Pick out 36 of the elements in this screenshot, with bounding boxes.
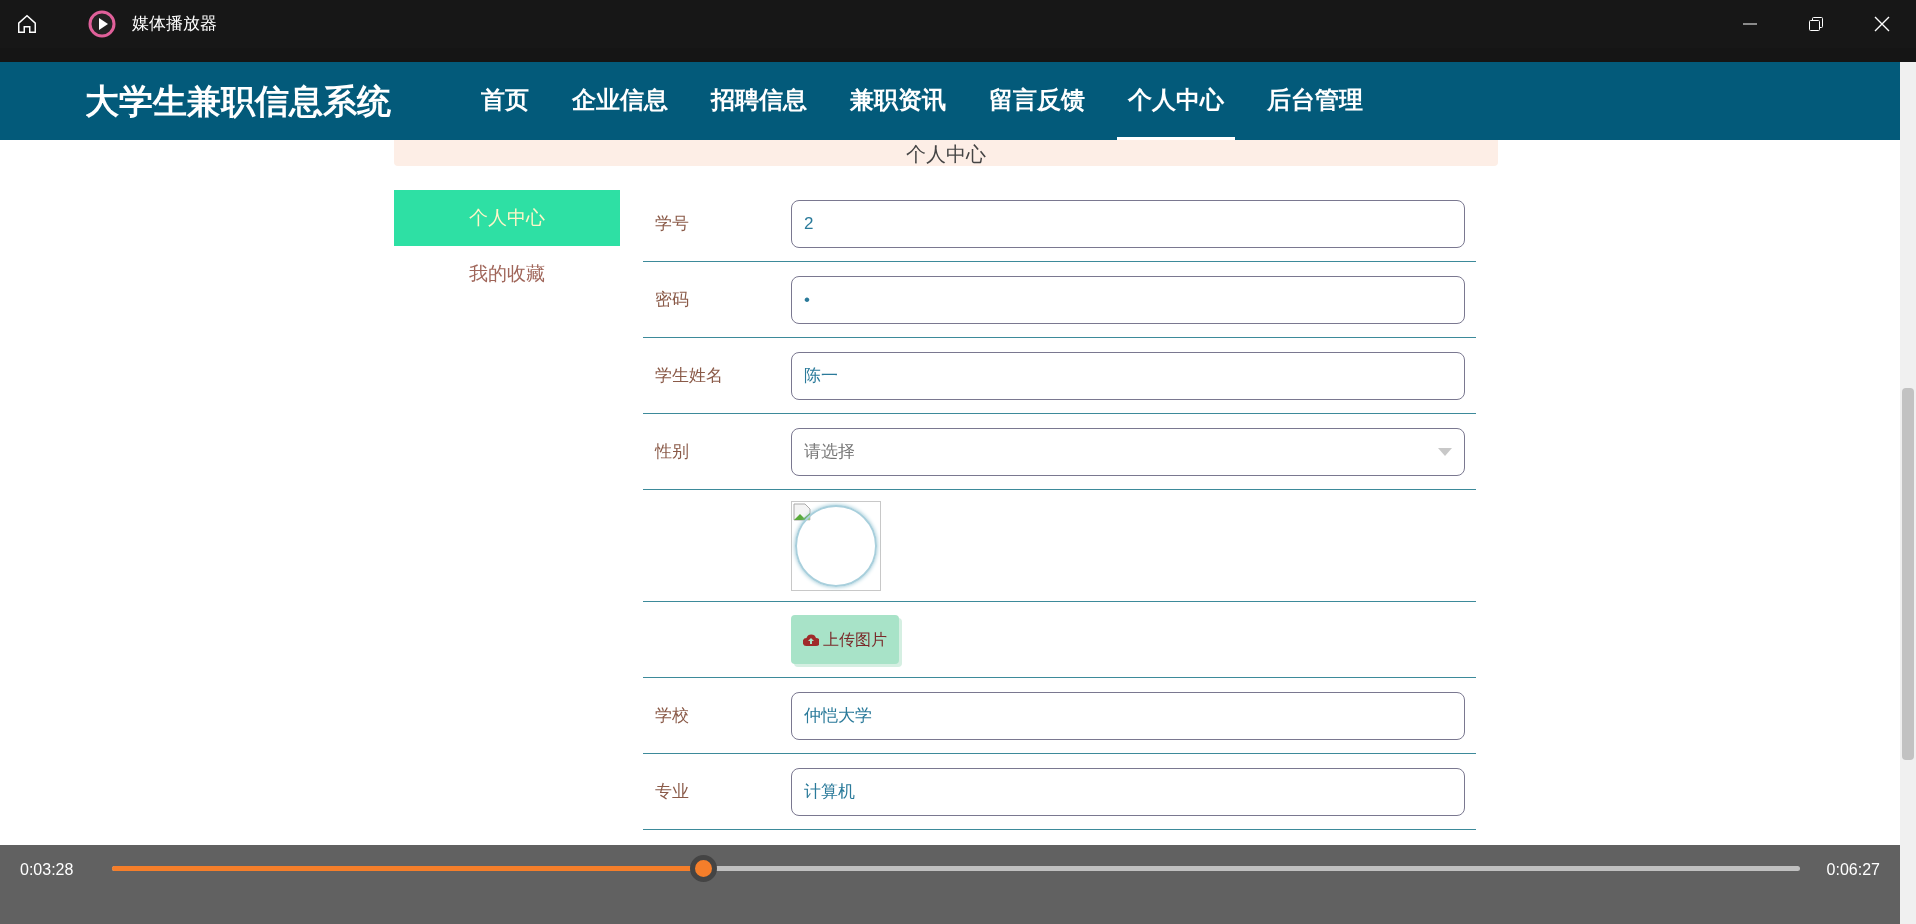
nav-link[interactable]: 后台管理 <box>1256 62 1374 140</box>
broken-image-icon <box>793 502 811 521</box>
close-icon[interactable] <box>1874 16 1890 32</box>
nav-link[interactable]: 首页 <box>470 62 540 140</box>
caret-icon <box>1438 447 1452 456</box>
field-label: 专业 <box>655 780 690 803</box>
nav-link[interactable]: 留言反馈 <box>978 62 1096 140</box>
play-logo-icon <box>88 10 116 38</box>
nav-link[interactable]: 企业信息 <box>561 62 679 140</box>
sidebar-item[interactable]: 我的收藏 <box>394 246 620 302</box>
scrollbar[interactable] <box>1900 62 1916 924</box>
page-heading: 个人中心 <box>906 142 986 166</box>
seek-slider[interactable] <box>112 855 1800 882</box>
total-time: 0:06:27 <box>1826 860 1880 880</box>
home-icon[interactable] <box>16 13 38 35</box>
nav-link[interactable]: 招聘信息 <box>700 62 818 140</box>
text-field[interactable]: 2 <box>791 199 1465 248</box>
field-label: 学号 <box>655 212 690 235</box>
nav-link[interactable]: 兼职资讯 <box>839 62 957 140</box>
text-field[interactable]: 仲恺大学 <box>791 691 1465 740</box>
upload-button[interactable]: 上传图片 <box>791 615 899 664</box>
text-field[interactable]: 陈一 <box>791 351 1465 400</box>
field-label: 性别 <box>655 440 690 463</box>
select-placeholder: 请选择 <box>804 440 855 463</box>
text-field[interactable]: • <box>791 275 1465 324</box>
text-field[interactable]: 计算机 <box>791 767 1465 816</box>
field-label: 学校 <box>655 704 690 727</box>
field-label: 密码 <box>655 288 690 311</box>
select-field[interactable]: 请选择 <box>791 427 1465 476</box>
site-title: 大学生兼职信息系统 <box>85 80 392 122</box>
seek-thumb[interactable] <box>689 855 717 882</box>
field-label: 学生姓名 <box>655 364 724 387</box>
elapsed-time: 0:03:28 <box>20 860 75 880</box>
window-title: 媒体播放器 <box>132 13 217 36</box>
cloud-upload-icon <box>803 633 819 646</box>
restore-icon[interactable] <box>1808 16 1824 32</box>
